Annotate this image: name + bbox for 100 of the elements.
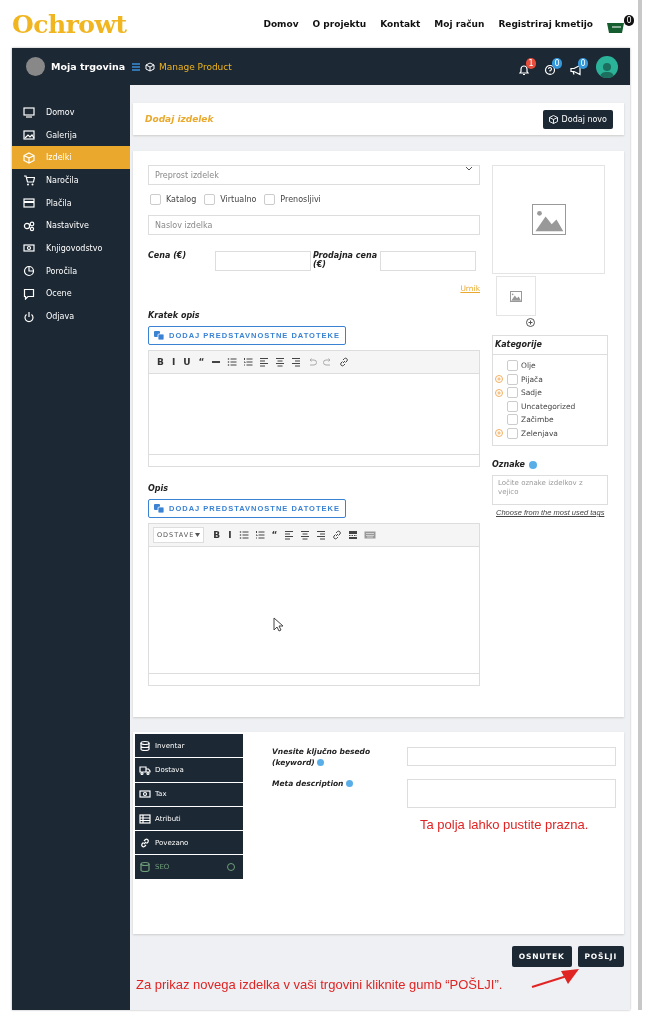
sidebar-item[interactable]: Knjigovodstvo bbox=[12, 237, 130, 260]
sidebar-item[interactable]: Plačila bbox=[12, 191, 130, 215]
add-new-button[interactable]: Dodaj novo bbox=[542, 109, 613, 129]
align-right-icon bbox=[316, 530, 327, 540]
section-title: Dodaj izdelek bbox=[145, 114, 214, 124]
sale-price-field[interactable] bbox=[380, 251, 476, 271]
checkbox[interactable] bbox=[507, 414, 518, 426]
nav-link[interactable]: Domov bbox=[263, 19, 299, 29]
undo-icon bbox=[307, 357, 318, 367]
bullet-list-icon bbox=[227, 357, 238, 367]
field-label: Opis bbox=[148, 484, 170, 493]
add-icon bbox=[526, 318, 535, 327]
format-button[interactable]: B bbox=[209, 530, 225, 540]
nav-link[interactable]: Moj račun bbox=[434, 19, 485, 29]
italic-button[interactable]: I bbox=[224, 530, 236, 540]
checkbox[interactable] bbox=[204, 194, 216, 205]
bell-button[interactable]: 1 bbox=[518, 57, 536, 76]
pie-chart-icon bbox=[23, 265, 35, 278]
store-avatar bbox=[26, 57, 45, 76]
checkbox[interactable] bbox=[507, 373, 518, 385]
expand-icon bbox=[495, 375, 503, 384]
info-icon bbox=[529, 460, 537, 469]
format-button[interactable]: B bbox=[153, 357, 168, 367]
count-badge: 0 bbox=[552, 57, 562, 69]
sidebar-item[interactable]: Naročila bbox=[12, 169, 130, 192]
user-avatar[interactable] bbox=[596, 55, 618, 78]
sidebar-item[interactable]: Galerija bbox=[12, 123, 130, 147]
expand-icon bbox=[495, 388, 503, 397]
align-left-icon bbox=[259, 357, 270, 367]
annotation-text: Ta polja lahko pustite prazna. bbox=[419, 816, 590, 832]
checkbox[interactable] bbox=[507, 400, 518, 412]
image-placeholder[interactable] bbox=[492, 165, 605, 274]
align-right-icon bbox=[291, 357, 302, 367]
cube-icon bbox=[145, 61, 155, 72]
page-title: Manage Product bbox=[159, 61, 232, 72]
sidebar-item[interactable]: Odjava bbox=[12, 305, 130, 328]
menu-icon bbox=[131, 61, 141, 72]
cart-button[interactable]: 0 bbox=[607, 14, 634, 34]
checkbox-label: Katalog bbox=[166, 195, 197, 204]
chevron-down-icon bbox=[465, 166, 473, 172]
media-icon bbox=[154, 504, 164, 513]
annotation-arrow bbox=[531, 967, 581, 989]
italic-button[interactable]: I bbox=[167, 357, 180, 367]
keyword-field[interactable] bbox=[407, 747, 616, 766]
align-left-icon bbox=[284, 530, 295, 540]
bullet-list-icon bbox=[238, 530, 249, 540]
image-icon bbox=[531, 204, 566, 235]
cart-icon bbox=[23, 174, 35, 187]
count-badge: 1 bbox=[526, 57, 536, 69]
numbered-list-icon bbox=[254, 530, 265, 540]
cube-icon bbox=[548, 114, 558, 124]
field-label: Prodajna cena (€) bbox=[313, 251, 378, 271]
title-field[interactable]: Naslov izdelka bbox=[148, 215, 480, 235]
checkbox-label: Prenosljivi bbox=[280, 195, 321, 204]
link-icon bbox=[332, 530, 343, 540]
pointer-icon bbox=[273, 617, 283, 632]
align-center-icon bbox=[275, 357, 286, 367]
cube-icon bbox=[23, 151, 35, 164]
store-name[interactable]: Moja trgovina bbox=[51, 61, 126, 72]
checkbox[interactable] bbox=[507, 360, 518, 372]
checkbox-label: Virtualno bbox=[220, 195, 257, 204]
nav-link[interactable]: O projektu bbox=[312, 19, 367, 29]
caret-icon bbox=[195, 533, 201, 537]
checkbox[interactable] bbox=[507, 427, 518, 439]
sidebar-item[interactable]: Poročila bbox=[12, 259, 130, 283]
expand-icon bbox=[495, 429, 503, 438]
product-type-select[interactable]: Preprost izdelek bbox=[148, 165, 480, 185]
media-icon bbox=[154, 331, 164, 340]
sidebar-item[interactable]: Domov bbox=[12, 101, 130, 124]
sidebar-item[interactable]: Ocene bbox=[12, 282, 130, 306]
numbered-list-icon bbox=[243, 357, 254, 367]
power-icon bbox=[23, 310, 35, 323]
megaphone-icon bbox=[570, 63, 582, 76]
money-icon bbox=[139, 788, 151, 801]
nav-link[interactable]: Registriraj kmetijo bbox=[498, 19, 593, 29]
count-badge: 0 bbox=[578, 57, 588, 69]
field-label: Cena (€) bbox=[148, 251, 188, 262]
comment-icon bbox=[23, 287, 35, 300]
checkbox[interactable] bbox=[507, 387, 518, 399]
table-icon bbox=[139, 812, 151, 825]
checkbox[interactable] bbox=[150, 194, 161, 205]
keyboard-icon bbox=[364, 530, 377, 540]
price-field[interactable] bbox=[215, 251, 311, 271]
gallery-thumbnail[interactable] bbox=[496, 276, 536, 316]
cart-icon bbox=[607, 21, 627, 34]
underline-button[interactable]: U bbox=[179, 357, 195, 367]
format-button[interactable]: “ bbox=[194, 357, 209, 367]
nav-link[interactable]: Kontakt bbox=[380, 19, 421, 29]
panel-title: Kategorije bbox=[493, 336, 607, 355]
truck-icon bbox=[139, 763, 151, 776]
person-icon bbox=[600, 60, 614, 78]
image-icon bbox=[23, 129, 35, 142]
monitor-icon bbox=[23, 106, 35, 119]
annotation-text: Za prikaz novega izdelka v vaši trgovini kliknite gumb “POŠLJI”. bbox=[136, 977, 503, 992]
checkbox[interactable] bbox=[264, 194, 276, 205]
format-button[interactable]: “ bbox=[267, 530, 282, 540]
money-icon bbox=[23, 242, 35, 255]
meta-description-field[interactable] bbox=[407, 778, 616, 808]
align-center-icon bbox=[300, 530, 311, 540]
sidebar-item[interactable]: Nastavitve bbox=[12, 214, 130, 238]
